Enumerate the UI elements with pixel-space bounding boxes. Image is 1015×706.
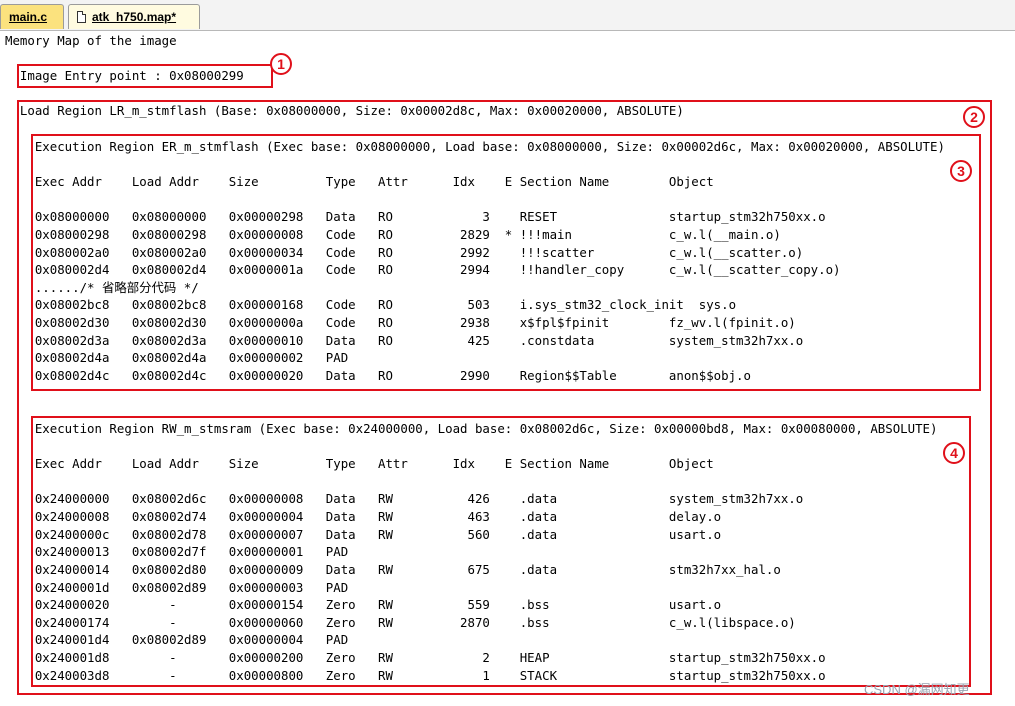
text-line: ....../* 省略部分代码 */ [5, 280, 199, 295]
text-line: 0x240001d8 - 0x00000200 Zero RW 2 HEAP s… [5, 650, 826, 665]
text-line: 0x240003d8 - 0x00000800 Zero RW 1 STACK … [5, 668, 826, 683]
text-line: 0x24000013 0x08002d7f 0x00000001 PAD [5, 544, 349, 559]
text-line: 0x08000298 0x08000298 0x00000008 Code RO… [5, 227, 781, 242]
annotation-badge-3: 3 [950, 160, 972, 182]
annotation-badge-2: 2 [963, 106, 985, 128]
annotation-badge-1: 1 [270, 53, 292, 75]
watermark: CSDN @漏网知更 [864, 682, 970, 697]
text-line: 0x240001d4 0x08002d89 0x00000004 PAD [5, 632, 349, 647]
text-line: 0x08002d4c 0x08002d4c 0x00000020 Data RO… [5, 368, 751, 383]
text-line: 0x2400000c 0x08002d78 0x00000007 Data RW… [5, 527, 722, 542]
text-line: 0x24000020 - 0x00000154 Zero RW 559 .bss… [5, 597, 722, 612]
text-line: Load Region LR_m_stmflash (Base: 0x08000… [5, 103, 684, 118]
text-line: 0x080002d4 0x080002d4 0x0000001a Code RO… [5, 262, 841, 277]
text-line: 0x08002d3a 0x08002d3a 0x00000010 Data RO… [5, 333, 804, 348]
annotation-badge-4: 4 [943, 442, 965, 464]
text-line: 0x08002d30 0x08002d30 0x0000000a Code RO… [5, 315, 796, 330]
text-line: Exec Addr Load Addr Size Type Attr Idx E… [5, 174, 714, 189]
tab-label: atk_h750.map* [92, 10, 177, 24]
text-line: 0x24000014 0x08002d80 0x00000009 Data RW… [5, 562, 781, 577]
editor-tab-bar: main.c atk_h750.map* [0, 0, 1015, 31]
text-line: 0x24000174 - 0x00000060 Zero RW 2870 .bs… [5, 615, 796, 630]
text-line: 0x08000000 0x08000000 0x00000298 Data RO… [5, 209, 826, 224]
text-line: Memory Map of the image [5, 33, 177, 48]
tab-label: main.c [9, 10, 48, 24]
text-line: 0x08002bc8 0x08002bc8 0x00000168 Code RO… [5, 297, 737, 312]
tab-atk-map[interactable]: atk_h750.map* [68, 4, 200, 29]
text-line: Image Entry point : 0x08000299 [5, 68, 244, 83]
text-line: Execution Region ER_m_stmflash (Exec bas… [5, 139, 945, 154]
tab-main-c[interactable]: main.c [0, 4, 64, 29]
text-line: 0x2400001d 0x08002d89 0x00000003 PAD [5, 580, 349, 595]
text-line: 0x08002d4a 0x08002d4a 0x00000002 PAD [5, 350, 349, 365]
text-line: 0x24000008 0x08002d74 0x00000004 Data RW… [5, 509, 722, 524]
text-line: 0x24000000 0x08002d6c 0x00000008 Data RW… [5, 491, 804, 506]
text-line: Exec Addr Load Addr Size Type Attr Idx E… [5, 456, 714, 471]
file-icon [77, 11, 86, 23]
text-line: Execution Region RW_m_stmsram (Exec base… [5, 421, 938, 436]
text-line: 0x080002a0 0x080002a0 0x00000034 Code RO… [5, 245, 804, 260]
